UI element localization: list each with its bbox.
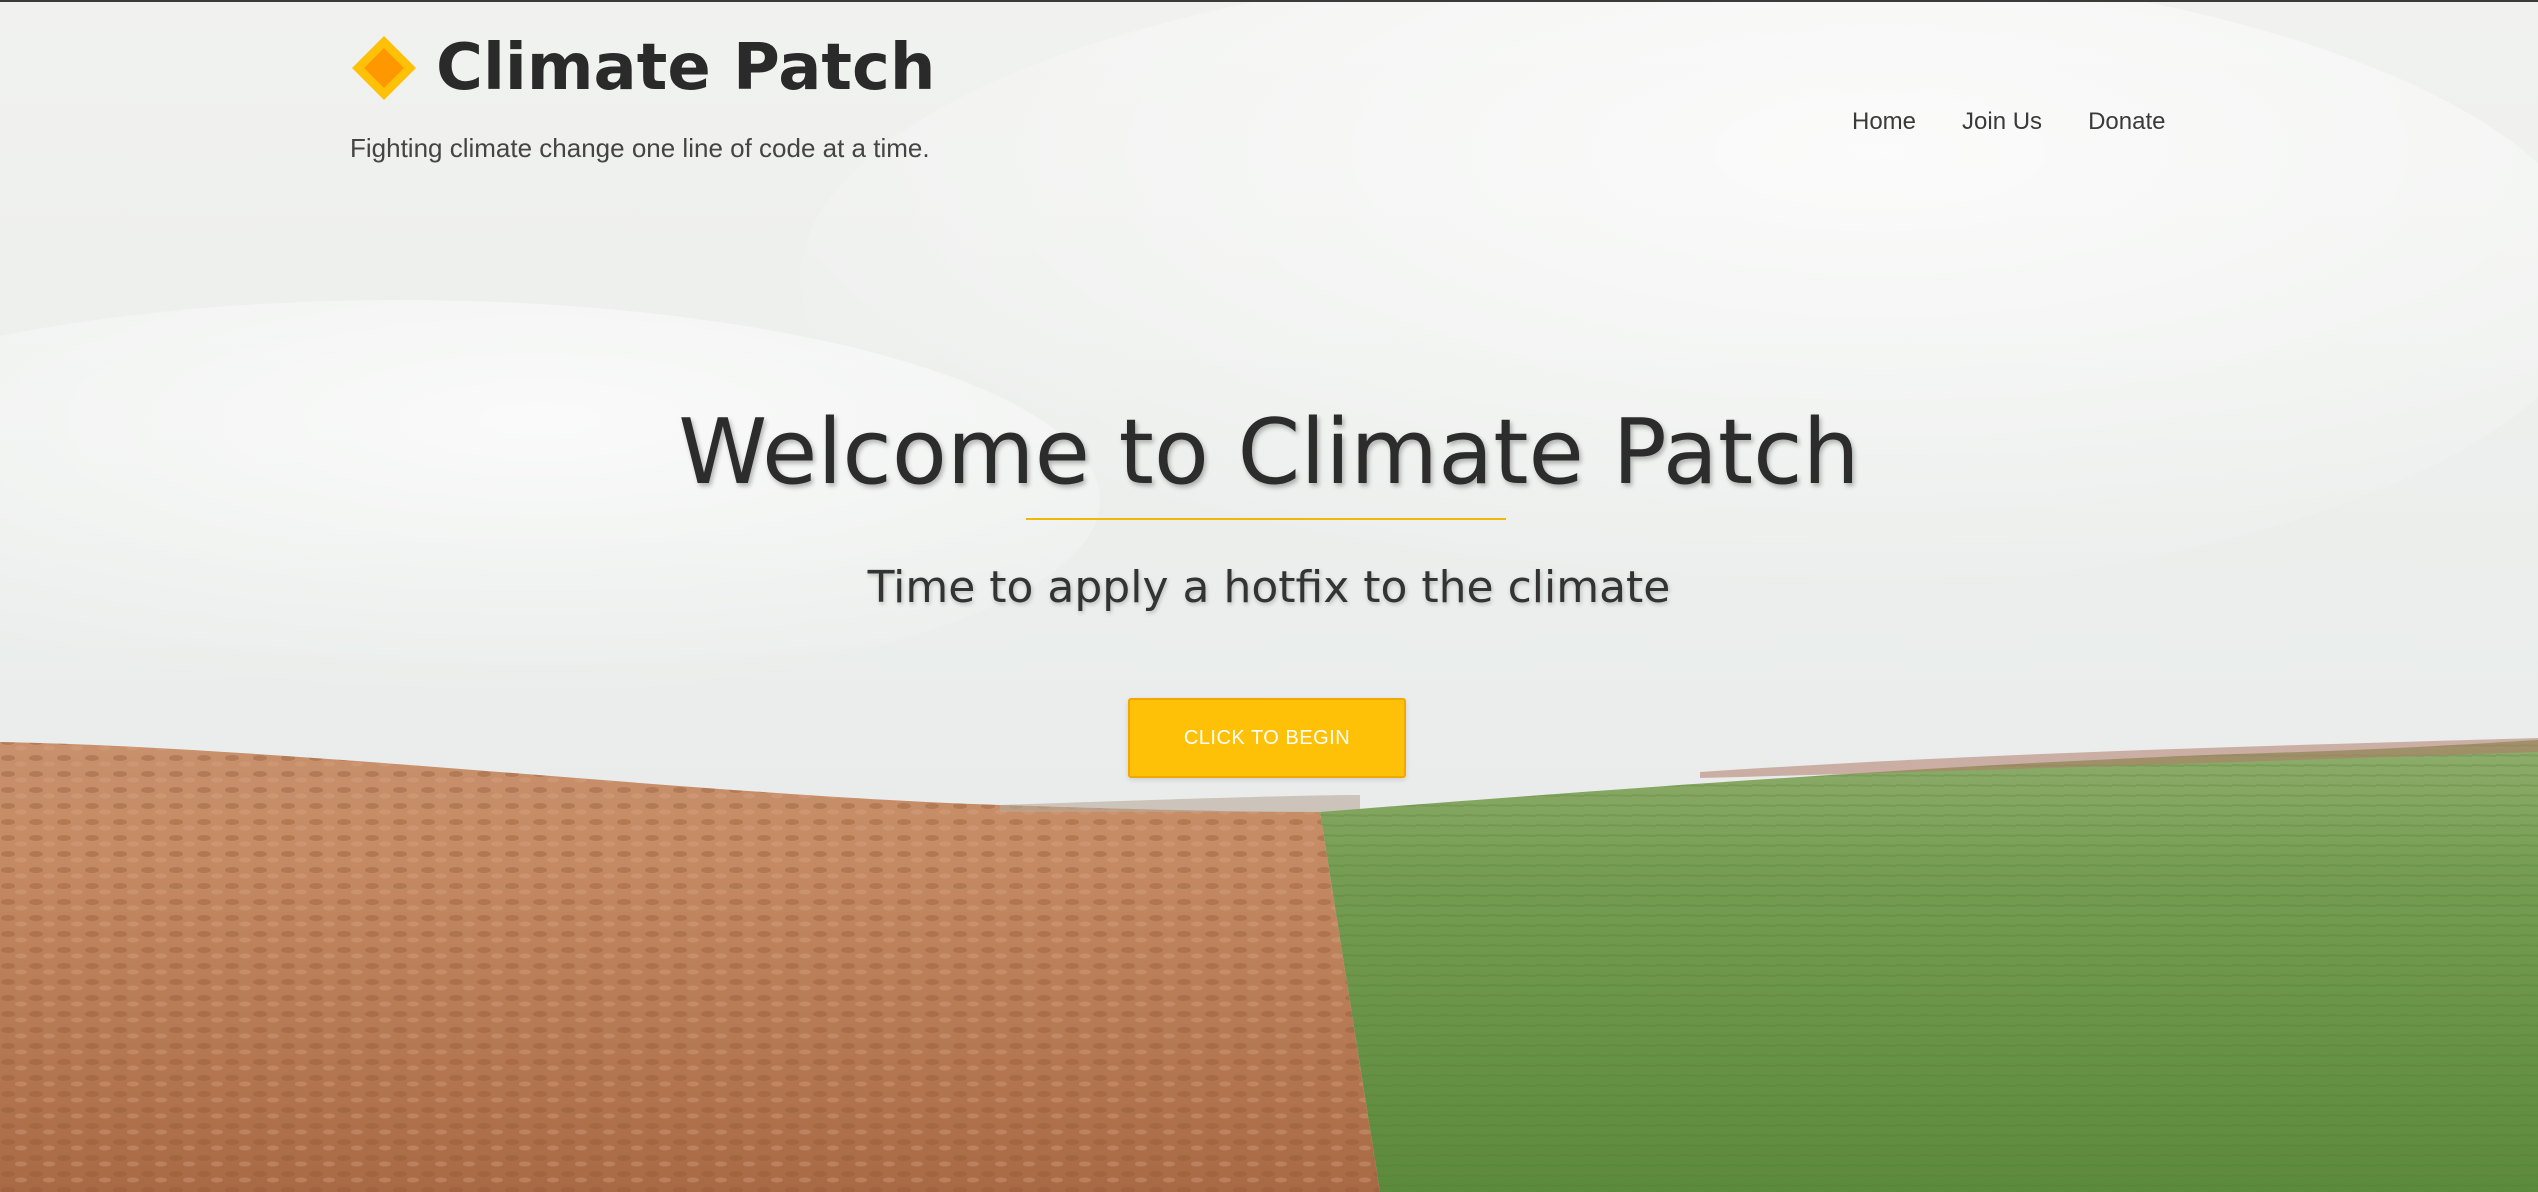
brand-row[interactable]: Climate Patch — [350, 28, 990, 108]
diamond-logo-icon — [352, 36, 416, 100]
brand-block: Climate Patch Fighting climate change on… — [350, 28, 990, 168]
nav-link-join-us[interactable]: Join Us — [1962, 104, 2042, 140]
hero-title: Welcome to Climate Patch — [678, 400, 1860, 505]
nav-link-donate[interactable]: Donate — [2088, 104, 2165, 140]
brand-title: Climate Patch — [436, 31, 936, 105]
main-nav: Home Join Us Donate — [1852, 104, 2165, 140]
hero-subtitle: Time to apply a hotfix to the climate — [867, 562, 1671, 613]
landing-page: Climate Patch Fighting climate change on… — [0, 0, 2538, 1192]
nav-link-home[interactable]: Home — [1852, 104, 1916, 140]
hero-divider — [1026, 518, 1506, 520]
click-to-begin-button[interactable]: CLICK TO BEGIN — [1128, 698, 1406, 778]
tagline: Fighting climate change one line of code… — [350, 133, 930, 163]
top-border — [0, 0, 2538, 2]
